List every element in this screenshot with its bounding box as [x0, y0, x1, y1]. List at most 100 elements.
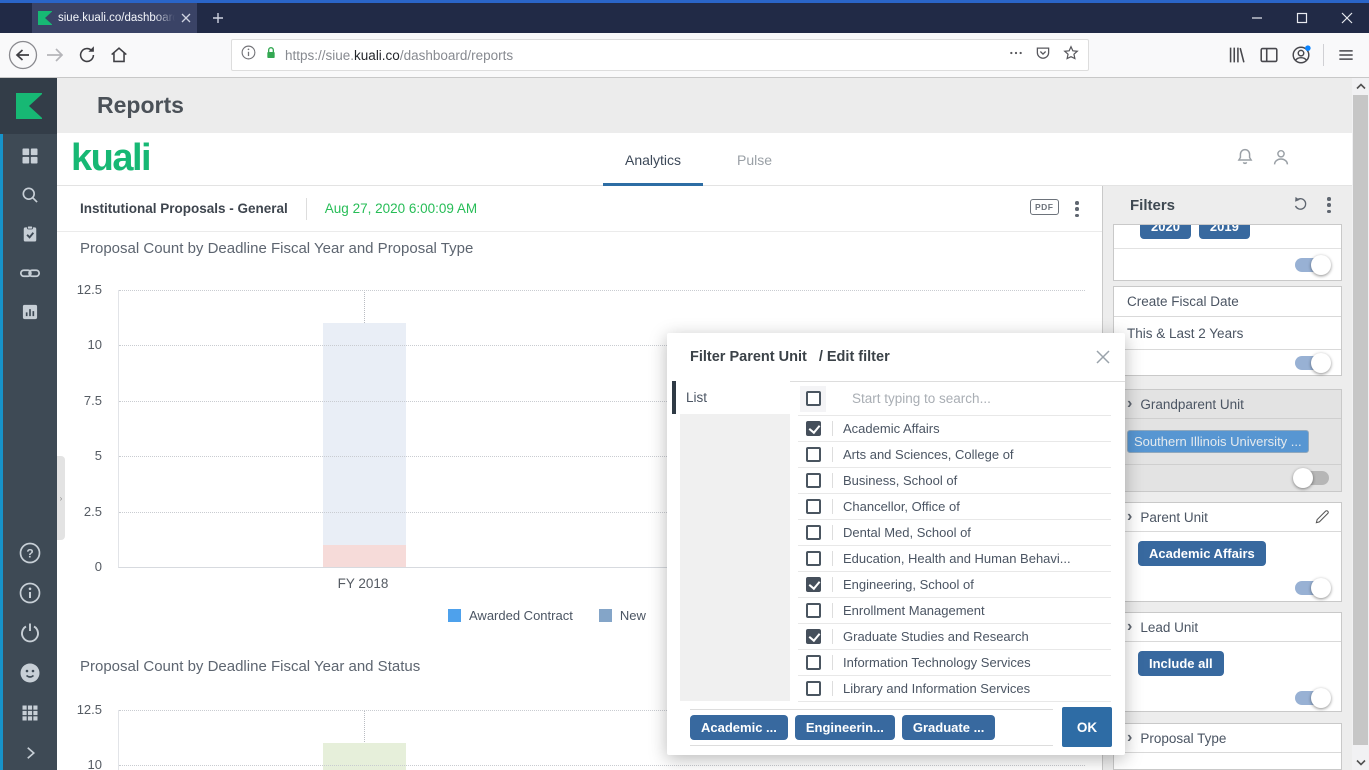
- unit-checkbox[interactable]: [806, 655, 821, 670]
- unit-checkbox[interactable]: [806, 473, 821, 488]
- home-button[interactable]: [103, 39, 135, 71]
- tasks-icon[interactable]: [18, 222, 42, 246]
- page-actions-icon[interactable]: [1008, 45, 1024, 66]
- kuali-logo-icon[interactable]: [0, 78, 57, 134]
- library-icon[interactable]: [1221, 39, 1253, 71]
- filters-refresh-icon[interactable]: [1291, 195, 1309, 218]
- logout-icon[interactable]: [18, 621, 42, 645]
- chart1-bar[interactable]: [323, 290, 406, 567]
- scrollbar-thumb[interactable]: [1353, 95, 1368, 745]
- page-scrollbar[interactable]: [1352, 78, 1369, 770]
- notifications-bell-icon[interactable]: [1234, 146, 1256, 173]
- expand-sidebar-icon[interactable]: [18, 741, 42, 765]
- modal-nav-item-list[interactable]: List: [672, 381, 790, 414]
- lead-unit-chip[interactable]: Include all: [1138, 651, 1224, 676]
- pdf-export-button[interactable]: PDF: [1030, 199, 1059, 215]
- unit-option-row[interactable]: Library and Information Services: [798, 676, 1111, 702]
- unit-option-row[interactable]: Engineering, School of: [798, 572, 1111, 598]
- unit-option-row[interactable]: Information Technology Services: [798, 650, 1111, 676]
- filter-toggle[interactable]: [1295, 581, 1329, 595]
- unit-option-row[interactable]: Arts and Sciences, College of: [798, 442, 1111, 468]
- filter-toggle[interactable]: [1295, 356, 1329, 370]
- card-header-label: Parent Unit: [1140, 510, 1208, 525]
- edit-filter-pencil-icon[interactable]: [1313, 508, 1331, 529]
- card-header-label[interactable]: Create Fiscal Date: [1114, 287, 1341, 317]
- minimize-button[interactable]: [1234, 3, 1279, 33]
- filters-title: Filters: [1130, 197, 1175, 214]
- legend-item[interactable]: New: [599, 608, 646, 623]
- chart-icon[interactable]: [18, 300, 42, 324]
- close-button[interactable]: [1324, 3, 1369, 33]
- forward-button[interactable]: [39, 39, 71, 71]
- filter-toggle[interactable]: [1295, 258, 1329, 272]
- drawer-handle[interactable]: ›: [57, 456, 65, 540]
- unit-checkbox[interactable]: [806, 551, 821, 566]
- help-icon[interactable]: ?: [18, 541, 42, 565]
- unit-option-row[interactable]: Graduate Studies and Research: [798, 624, 1111, 650]
- selected-unit-chip[interactable]: Academic ...: [690, 715, 788, 740]
- https-lock-icon[interactable]: [263, 45, 279, 66]
- selected-unit-chip[interactable]: Engineerin...: [795, 715, 895, 740]
- card-header[interactable]: › Grandparent Unit: [1114, 390, 1341, 419]
- reload-button[interactable]: [71, 39, 103, 71]
- link-icon[interactable]: [18, 261, 42, 285]
- url-bar[interactable]: https://siue.kuali.co/dashboard/reports: [231, 39, 1089, 71]
- menu-icon[interactable]: [1330, 39, 1362, 71]
- create-fiscal-date-value[interactable]: This & Last 2 Years: [1114, 317, 1341, 350]
- new-tab-button[interactable]: [206, 6, 230, 30]
- unit-checkbox[interactable]: [806, 421, 821, 436]
- ok-button[interactable]: OK: [1062, 707, 1112, 747]
- sidebars-icon[interactable]: [1253, 39, 1285, 71]
- legend-item[interactable]: Awarded Contract: [448, 608, 573, 623]
- feedback-icon[interactable]: [18, 661, 42, 685]
- select-all-checkbox[interactable]: [806, 391, 821, 406]
- bookmark-star-icon[interactable]: [1062, 44, 1080, 67]
- account-icon[interactable]: [1285, 39, 1317, 71]
- card-header[interactable]: › Proposal Type: [1114, 724, 1341, 753]
- report-title-row: Institutional Proposals - General Aug 27…: [57, 186, 1103, 232]
- unit-checkbox[interactable]: [806, 629, 821, 644]
- unit-option-row[interactable]: Education, Health and Human Behavi...: [798, 546, 1111, 572]
- parent-unit-chip[interactable]: Academic Affairs: [1138, 541, 1266, 566]
- unit-checkbox[interactable]: [806, 447, 821, 462]
- info-icon[interactable]: [18, 581, 42, 605]
- modal-close-icon[interactable]: [1093, 347, 1113, 367]
- unit-option-row[interactable]: Dental Med, School of: [798, 520, 1111, 546]
- unit-checkbox[interactable]: [806, 577, 821, 592]
- unit-option-row[interactable]: Academic Affairs: [798, 416, 1111, 442]
- report-menu-icon[interactable]: [1075, 201, 1079, 217]
- apps-icon[interactable]: [18, 701, 42, 725]
- profile-icon[interactable]: [1270, 146, 1292, 173]
- fiscal-year-chip[interactable]: 2019: [1199, 225, 1250, 239]
- tab-close-icon[interactable]: [181, 13, 191, 23]
- grandparent-unit-selected-value[interactable]: Southern Illinois University ...: [1127, 430, 1309, 453]
- tab-pulse[interactable]: Pulse: [709, 133, 800, 186]
- dashboard-icon[interactable]: [18, 144, 42, 168]
- card-header[interactable]: › Lead Unit: [1114, 613, 1341, 642]
- unit-option-row[interactable]: Chancellor, Office of: [798, 494, 1111, 520]
- unit-checkbox[interactable]: [806, 681, 821, 696]
- filter-toggle[interactable]: [1295, 471, 1329, 485]
- filters-menu-icon[interactable]: [1327, 197, 1331, 213]
- unit-checkbox[interactable]: [806, 603, 821, 618]
- scroll-down-icon[interactable]: [1352, 754, 1369, 770]
- unit-checkbox[interactable]: [806, 499, 821, 514]
- tab-analytics[interactable]: Analytics: [597, 133, 709, 186]
- fiscal-year-chip[interactable]: 2020: [1140, 225, 1191, 239]
- search-icon[interactable]: [18, 183, 42, 207]
- page-info-icon[interactable]: [240, 44, 257, 66]
- card-header[interactable]: › Parent Unit: [1114, 503, 1341, 532]
- back-button[interactable]: [7, 39, 39, 71]
- unit-option-row[interactable]: Enrollment Management: [798, 598, 1111, 624]
- pocket-icon[interactable]: [1034, 44, 1052, 67]
- unit-search-input[interactable]: [852, 391, 1082, 406]
- unit-option-row[interactable]: Business, School of: [798, 468, 1111, 494]
- browser-tab[interactable]: siue.kuali.co/dashboard/report: [32, 3, 197, 33]
- filter-toggle[interactable]: [1295, 691, 1329, 705]
- maximize-button[interactable]: [1279, 3, 1324, 33]
- report-timestamp: Aug 27, 2020 6:00:09 AM: [325, 201, 477, 216]
- unit-option-label: Chancellor, Office of: [843, 499, 960, 514]
- selected-unit-chip[interactable]: Graduate ...: [902, 715, 996, 740]
- unit-checkbox[interactable]: [806, 525, 821, 540]
- scroll-up-icon[interactable]: [1352, 78, 1369, 94]
